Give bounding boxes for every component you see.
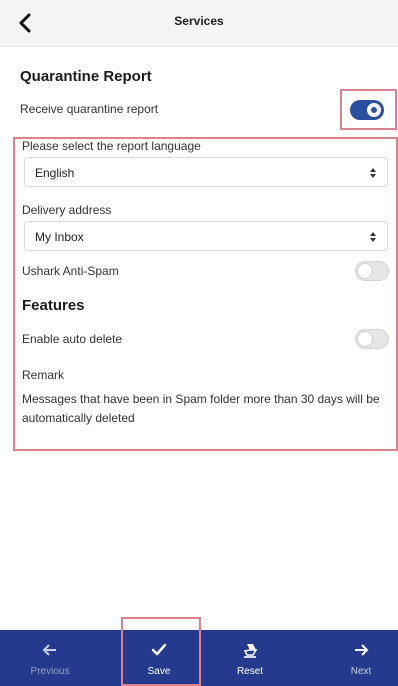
toggle-knob — [357, 263, 373, 279]
eraser-icon — [243, 644, 258, 658]
arrow-right-icon — [355, 644, 369, 656]
report-language-value: English — [35, 166, 75, 180]
quarantine-report-title: Quarantine Report — [20, 68, 152, 85]
page-title: Services — [174, 14, 224, 28]
next-button[interactable]: Next — [316, 630, 398, 686]
delivery-address-label: Delivery address — [22, 203, 112, 217]
remark-text: Messages that have been in Spam folder m… — [22, 392, 380, 425]
remark-label: Remark — [22, 368, 65, 382]
previous-button[interactable]: Previous — [5, 630, 95, 686]
auto-delete-toggle[interactable] — [355, 329, 389, 349]
features-title: Features — [22, 297, 85, 314]
footer-nav: Previous Save Reset Next — [0, 630, 398, 686]
auto-delete-label: Enable auto delete — [22, 332, 123, 346]
reset-label: Reset — [236, 666, 264, 677]
save-label: Save — [147, 666, 171, 677]
report-language-label: Please select the report language — [22, 139, 201, 153]
app-header: Services — [0, 0, 398, 47]
anti-spam-label: Ushark Anti-Spam — [22, 264, 119, 278]
delivery-address-select[interactable]: My Inbox — [24, 221, 388, 251]
updown-arrows-icon — [370, 232, 376, 242]
checkmark-icon — [151, 643, 167, 656]
toggle-knob — [367, 103, 381, 117]
arrow-left-icon — [42, 644, 56, 656]
delivery-address-value: My Inbox — [35, 230, 84, 244]
anti-spam-toggle[interactable] — [355, 261, 389, 281]
save-button[interactable]: Save — [114, 630, 204, 686]
toggle-knob — [357, 331, 373, 347]
updown-arrows-icon — [370, 168, 376, 178]
receive-quarantine-toggle[interactable] — [350, 100, 384, 120]
next-label: Next — [350, 666, 372, 677]
receive-quarantine-label: Receive quarantine report — [20, 102, 159, 116]
reset-button[interactable]: Reset — [205, 630, 295, 686]
report-language-select[interactable]: English — [24, 157, 388, 187]
previous-label: Previous — [30, 666, 70, 677]
